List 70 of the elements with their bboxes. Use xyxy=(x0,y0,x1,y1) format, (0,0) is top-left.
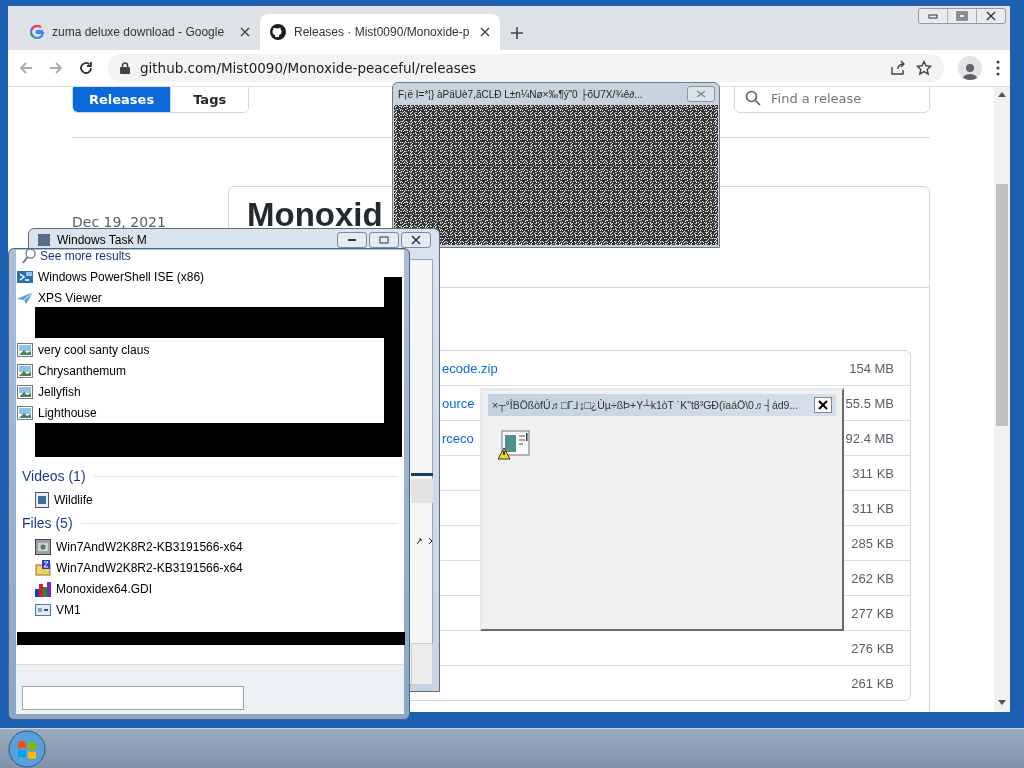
star-icon[interactable] xyxy=(916,60,932,76)
scroll-up-icon[interactable] xyxy=(998,91,1006,97)
close-icon[interactable] xyxy=(240,27,250,37)
search-result[interactable]: Win7AndW2K8R2-KB3191566-x64 xyxy=(16,557,404,578)
tab[interactable]: Tags xyxy=(170,87,249,112)
close-button[interactable] xyxy=(814,397,832,413)
minimize-icon[interactable] xyxy=(337,232,367,248)
resize-grip[interactable] xyxy=(411,643,433,685)
search-result[interactable]: very cool santy claus xyxy=(16,339,404,360)
scroll-down-icon[interactable] xyxy=(998,700,1006,706)
section-heading: Videos (1) xyxy=(22,468,86,484)
start-button[interactable] xyxy=(8,729,46,768)
search-result[interactable]: XPS Viewer xyxy=(16,287,404,308)
file-size: 276 KB xyxy=(851,640,894,656)
menu-icon[interactable] xyxy=(996,60,1000,76)
search-icon xyxy=(745,90,761,106)
octocat-icon xyxy=(270,24,286,40)
file-size: 285 KB xyxy=(851,535,894,551)
window-icon xyxy=(37,233,51,247)
file-size: 311 KB xyxy=(852,465,894,481)
section-heading: Files (5) xyxy=(22,515,73,531)
new-tab-icon[interactable] xyxy=(510,26,524,40)
file-size: 311 KB xyxy=(852,500,894,516)
close-icon[interactable] xyxy=(480,27,490,37)
search-result[interactable]: Win7AndW2K8R2-KB3191566-x64 xyxy=(16,536,404,557)
release-title: Monoxid xyxy=(247,195,384,235)
search-result[interactable]: Monoxidex64.GDI xyxy=(16,578,404,599)
tab[interactable]: Releases xyxy=(73,87,171,112)
search-icon xyxy=(22,248,36,264)
file-size: 154 MB xyxy=(849,360,894,376)
window-title: F¡ë I=*¦} àPäUè7,ãCLÐ L±n¼Nø×‰¶ý˜0 ├õU7X/¾ê∂... xyxy=(398,88,644,100)
file-size: 261 KB xyxy=(851,675,894,691)
package-icon xyxy=(35,559,51,576)
browser-tab[interactable]: Releases · Mist0090/Monoxide-p xyxy=(260,14,500,50)
search-result[interactable]: Lighthouse xyxy=(16,402,404,423)
search-placeholder: Find a release xyxy=(771,90,862,106)
release-date: Dec 19, 2021 xyxy=(72,214,166,230)
search-result[interactable]: Chrysanthemum xyxy=(16,360,404,381)
search-field[interactable] xyxy=(22,686,244,710)
search-result[interactable]: Windows PowerShell ISE (x86) xyxy=(16,266,404,287)
see-more-link[interactable]: See more results xyxy=(22,246,404,266)
file-size: 92.4 MB xyxy=(845,430,894,446)
share-icon[interactable] xyxy=(890,60,906,76)
window-title: Windows Task M xyxy=(57,233,147,247)
warning-window-icon xyxy=(498,430,530,460)
file-size: 55.5 MB xyxy=(845,395,894,411)
address-bar[interactable]: github.com/Mist0090/Monoxide-peaceful/releases xyxy=(108,54,944,82)
search-result[interactable]: Wildlife xyxy=(16,489,404,510)
close-icon[interactable] xyxy=(401,232,431,248)
reload-icon[interactable] xyxy=(78,60,94,76)
panel xyxy=(411,479,433,503)
browser-tab[interactable]: zuma deluxe download - Google xyxy=(20,14,260,50)
window-icon xyxy=(35,603,51,616)
asset-link[interactable]: rceco xyxy=(442,430,474,446)
video-file-icon xyxy=(35,491,49,508)
bar-chart-icon xyxy=(35,580,51,597)
profile-icon[interactable] xyxy=(958,56,982,80)
search-result[interactable]: Jellyfish xyxy=(16,381,404,402)
file-size: 262 KB xyxy=(851,570,894,586)
dialog-title: ×┬°ÎBÖßòfÚ♬□Γ⅃↨□¿Ùµ÷ßÞ+Y┴k1òT ˙K"t8³GÐ(ïaáÖ\0♬┤ád9... xyxy=(492,398,800,412)
search-result[interactable]: VM1 xyxy=(16,599,404,620)
g-logo-icon xyxy=(30,25,44,39)
asset-link[interactable]: ecode.zip xyxy=(442,360,498,376)
lock-icon xyxy=(120,62,130,74)
search-field[interactable]: Find a release xyxy=(734,87,930,113)
installer-icon xyxy=(35,538,51,555)
asset-link[interactable]: ource xyxy=(442,395,475,411)
arrow-icons-drawing xyxy=(415,537,435,545)
scrollbar[interactable] xyxy=(994,87,1010,712)
file-size: 277 KB xyxy=(851,605,894,621)
